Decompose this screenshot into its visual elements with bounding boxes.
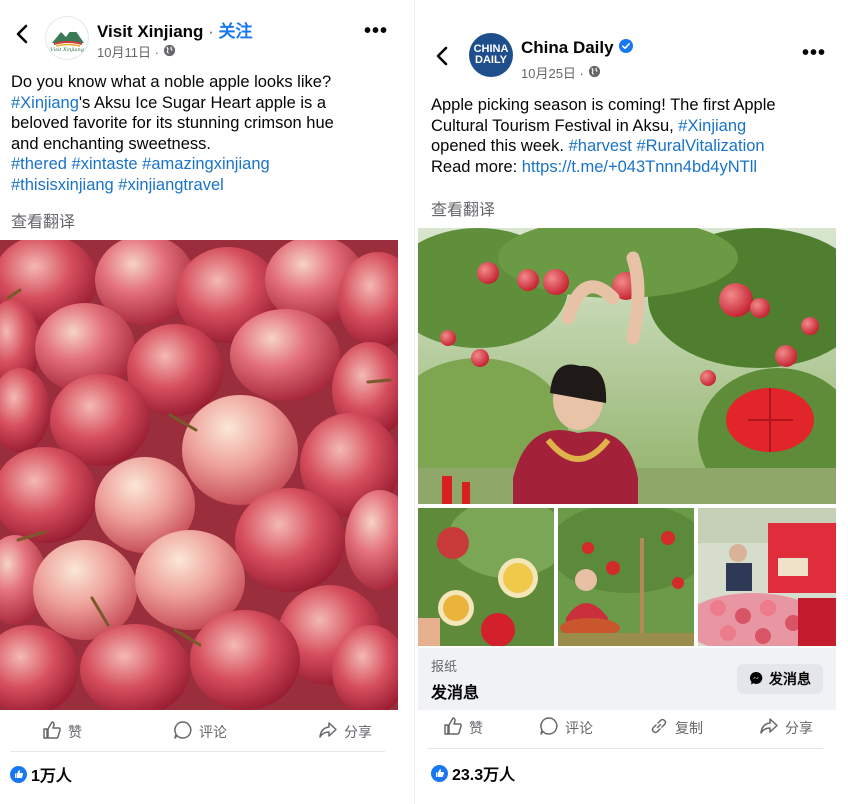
text-line: Read more: https://t.me/+043Tnnn4bd4yNTl… [431, 157, 841, 178]
globe-icon [588, 65, 601, 81]
text-line: and enchanting sweetness. [11, 134, 211, 153]
like-button[interactable]: 赞 [443, 716, 483, 739]
like-reaction-icon [10, 765, 27, 783]
verified-badge-icon [618, 38, 633, 58]
post-date[interactable]: 10月11日 · [97, 42, 159, 61]
post-image-apples[interactable] [0, 240, 398, 710]
reaction-count: 23.3万人 [452, 767, 516, 784]
globe-icon [163, 44, 176, 60]
comment-icon [539, 716, 559, 739]
like-label: 赞 [469, 719, 483, 736]
text-span: opened this week. [431, 137, 569, 155]
like-reaction-icon [431, 764, 448, 782]
hashtag-link[interactable]: #Xinjiang [11, 94, 79, 112]
comment-label: 评论 [565, 719, 593, 736]
comment-button[interactable]: 评论 [173, 720, 227, 743]
avatar[interactable]: Visit Xinjiang [45, 16, 89, 60]
divider [10, 751, 385, 752]
right-post: CHINA DAILY China Daily 10月25日 · ••• App… [414, 0, 848, 804]
back-arrow-icon[interactable] [430, 44, 454, 68]
thumbs-up-icon [42, 720, 62, 743]
text-span: 's Aksu Ice Sugar Heart apple is a [78, 93, 327, 112]
text-line: opened this week. #harvest #RuralVitaliz… [431, 136, 841, 157]
text-span: Cultural Tourism Festival in Aksu, [431, 116, 679, 135]
avatar-caption: Visit Xinjiang [50, 47, 84, 53]
text-line: beloved favorite for its stunning crimso… [11, 114, 334, 132]
avatar-logo-text: DAILY [475, 54, 507, 66]
post-meta: 10月25日 · [521, 63, 601, 82]
reaction-summary[interactable]: 1万人 [10, 762, 72, 786]
like-label: 赞 [68, 723, 82, 740]
name-separator: · [203, 22, 219, 41]
thumbs-up-icon [443, 716, 463, 739]
see-translation-link[interactable]: 查看翻译 [431, 196, 495, 220]
more-options-icon[interactable]: ••• [364, 20, 388, 43]
card-title: 发消息 [431, 685, 480, 702]
follow-button[interactable]: 关注 [219, 22, 253, 41]
hashtag-link[interactable]: #harvest [569, 137, 632, 155]
post-image-apple-boxes[interactable] [698, 508, 836, 646]
post-text: Apple picking season is coming! The firs… [431, 95, 841, 177]
post-image-festival-woman[interactable] [558, 508, 694, 646]
send-message-label: 发消息 [769, 671, 811, 687]
post-date[interactable]: 10月25日 · [521, 63, 584, 82]
see-translation-link[interactable]: 查看翻译 [11, 208, 75, 232]
left-post: Visit Xinjiang Visit Xinjiang · 关注 10月11… [0, 0, 414, 804]
author-name[interactable]: Visit Xinjiang [97, 22, 203, 41]
messenger-icon [749, 671, 763, 688]
comment-icon [173, 720, 193, 743]
like-button[interactable]: 赞 [42, 720, 82, 743]
author-line: Visit Xinjiang · 关注 [97, 17, 253, 42]
reaction-count: 1万人 [31, 768, 72, 785]
more-options-icon[interactable]: ••• [802, 42, 826, 65]
link-icon [649, 716, 669, 739]
post-image-apple-slices[interactable] [418, 508, 554, 646]
hashtags-line[interactable]: #thisisxinjiang #xinjiangtravel [11, 175, 406, 196]
share-button[interactable]: 分享 [318, 720, 372, 743]
text-line: Apple picking season is coming! The firs… [431, 96, 776, 114]
send-message-button[interactable]: 发消息 [737, 664, 823, 694]
action-bar: 赞 评论 复制 分享 [443, 716, 813, 739]
hashtag-link[interactable]: #Xinjiang [678, 117, 746, 135]
hashtag-link[interactable]: #RuralVitalization [636, 137, 764, 155]
post-text: Do you know what a noble apple looks lik… [11, 72, 406, 195]
action-bar: 赞 评论 分享 [42, 720, 372, 743]
copy-label: 复制 [675, 719, 703, 736]
back-arrow-icon[interactable] [10, 22, 34, 46]
share-label: 分享 [785, 719, 813, 736]
post-meta: 10月11日 · [97, 42, 176, 61]
share-icon [759, 716, 779, 739]
share-label: 分享 [344, 723, 372, 740]
text-span: Read more: [431, 157, 522, 176]
share-icon [318, 720, 338, 743]
reaction-summary[interactable]: 23.3万人 [431, 761, 515, 785]
author-name[interactable]: China Daily [521, 38, 614, 58]
share-button[interactable]: 分享 [759, 716, 813, 739]
text-line: Cultural Tourism Festival in Aksu, #Xinj… [431, 116, 841, 137]
text-line: Do you know what a noble apple looks lik… [11, 73, 332, 91]
divider [427, 748, 823, 749]
card-source: 报纸 [431, 659, 458, 674]
text-line: #Xinjiang's Aksu Ice Sugar Heart apple i… [11, 93, 406, 114]
author-line: China Daily [521, 38, 633, 58]
comment-label: 评论 [199, 723, 227, 740]
external-link[interactable]: https://t.me/+043Tnnn4bd4yNTll [522, 158, 757, 176]
avatar[interactable]: CHINA DAILY [469, 33, 513, 77]
comment-button[interactable]: 评论 [539, 716, 593, 739]
post-image-apple-picking[interactable] [418, 228, 836, 504]
copy-link-button[interactable]: 复制 [649, 716, 703, 739]
hashtags-line[interactable]: #thered #xintaste #amazingxinjiang [11, 154, 406, 175]
